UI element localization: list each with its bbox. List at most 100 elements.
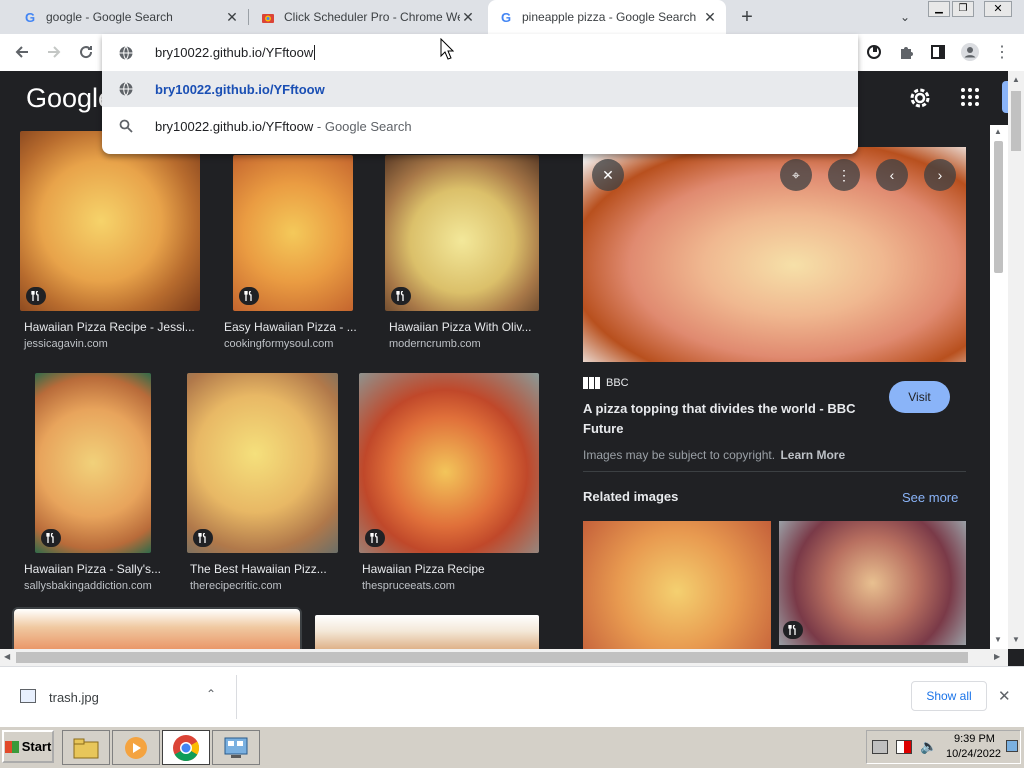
extension-icon[interactable] — [864, 42, 884, 62]
search-icon — [119, 119, 133, 133]
address-bar[interactable]: bry10022.github.io/YFftoow — [102, 34, 858, 71]
chevron-up-icon[interactable]: ⌃ — [206, 687, 216, 701]
result-thumbnail-selected[interactable] — [12, 607, 302, 649]
tab-google-search[interactable]: G google - Google Search ✕ — [14, 0, 246, 34]
learn-more-link[interactable]: Learn More — [780, 448, 845, 462]
suggestion-suffix: - Google Search — [313, 118, 412, 134]
close-download-bar-icon[interactable]: ✕ — [998, 687, 1011, 705]
result-thumbnail[interactable] — [385, 155, 539, 311]
address-input[interactable]: bry10022.github.io/YFftoow — [155, 45, 313, 60]
scroll-thumb[interactable] — [994, 141, 1003, 273]
tab-pineapple-pizza[interactable]: G pineapple pizza - Google Search ✕ — [488, 0, 726, 34]
recipe-utensils-icon — [391, 287, 411, 305]
close-window-button[interactable]: ✕ — [984, 1, 1012, 17]
profile-avatar-icon[interactable] — [960, 42, 980, 62]
result-source: therecipecritic.com — [190, 580, 282, 592]
recipe-utensils-icon — [365, 529, 385, 547]
result-thumbnail[interactable] — [233, 155, 353, 311]
globe-icon — [119, 82, 133, 96]
result-thumbnail[interactable] — [20, 131, 200, 311]
media-player-icon[interactable] — [112, 730, 160, 765]
close-tab-icon[interactable]: ✕ — [224, 9, 240, 26]
minimize-button[interactable]: ▁ — [928, 1, 950, 17]
visit-button[interactable]: Visit — [889, 381, 950, 413]
page-scrollbar[interactable]: ▲ ▼ — [1008, 71, 1024, 649]
copyright-text: Images may be subject to copyright. — [583, 448, 776, 462]
preview-image[interactable] — [583, 147, 966, 362]
next-arrow-icon[interactable]: › — [924, 159, 956, 191]
result-caption[interactable]: Hawaiian Pizza With Oliv... — [389, 320, 539, 334]
image-file-icon — [20, 689, 36, 703]
new-tab-button[interactable]: + — [736, 6, 758, 28]
close-preview-icon[interactable]: ✕ — [592, 159, 624, 191]
start-button[interactable]: Start — [2, 730, 54, 763]
result-thumbnail[interactable] — [315, 615, 539, 649]
lens-search-icon[interactable]: ⌖ — [780, 159, 812, 191]
chrome-taskbar-icon[interactable] — [162, 730, 210, 765]
previous-arrow-icon[interactable]: ‹ — [876, 159, 908, 191]
related-image[interactable] — [583, 521, 771, 649]
horizontal-scrollbar[interactable]: ◀ ▶ — [0, 649, 1008, 666]
extensions-puzzle-icon[interactable] — [896, 42, 916, 62]
result-caption[interactable]: Easy Hawaiian Pizza - ... — [224, 320, 360, 334]
download-filename[interactable]: trash.jpg — [49, 690, 99, 705]
scroll-up-arrow-icon[interactable]: ▲ — [994, 127, 1002, 136]
scroll-right-arrow-icon[interactable]: ▶ — [994, 652, 1000, 661]
results-scrollbar[interactable]: ▲ ▼ — [990, 125, 1008, 649]
tab-search-chevron-icon[interactable]: ⌄ — [896, 8, 914, 26]
file-explorer-icon[interactable] — [62, 730, 110, 765]
see-more-link[interactable]: See more — [902, 490, 958, 505]
clock-date[interactable]: 10/24/2022 — [946, 748, 1001, 760]
text-cursor — [314, 45, 316, 60]
recipe-utensils-icon — [239, 287, 259, 305]
show-desktop-icon[interactable] — [1006, 740, 1018, 752]
preview-source[interactable]: BBC — [606, 377, 629, 389]
scroll-down-arrow-icon[interactable]: ▼ — [994, 635, 1002, 644]
result-thumbnail[interactable] — [359, 373, 539, 553]
scroll-left-arrow-icon[interactable]: ◀ — [4, 652, 10, 661]
related-image[interactable] — [779, 521, 966, 645]
side-panel-icon[interactable] — [928, 42, 948, 62]
menu-dots-icon[interactable]: ⋮ — [992, 42, 1012, 62]
google-logo[interactable]: Google — [26, 83, 113, 114]
result-caption[interactable]: The Best Hawaiian Pizz... — [190, 562, 335, 576]
more-options-icon[interactable]: ⋮ — [828, 159, 860, 191]
result-caption[interactable]: Hawaiian Pizza - Sally's... — [24, 562, 164, 576]
tab-click-scheduler[interactable]: Click Scheduler Pro - Chrome We ✕ — [252, 0, 482, 34]
control-panel-icon[interactable] — [212, 730, 260, 765]
result-caption[interactable]: Hawaiian Pizza Recipe - Jessi... — [24, 320, 200, 334]
scroll-down-arrow-icon[interactable]: ▼ — [1012, 635, 1020, 644]
reload-icon[interactable] — [76, 42, 96, 62]
recipe-utensils-icon — [26, 287, 46, 305]
result-source: sallysbakingaddiction.com — [24, 580, 152, 592]
close-tab-icon[interactable]: ✕ — [702, 9, 718, 26]
apps-grid-icon[interactable] — [960, 87, 980, 107]
volume-icon[interactable]: 🔈 — [920, 738, 937, 755]
restore-button[interactable]: ❐ — [952, 1, 974, 17]
close-tab-icon[interactable]: ✕ — [460, 9, 476, 26]
omnibox-suggestion-search[interactable]: bry10022.github.io/YFftoow - Google Sear… — [102, 107, 858, 145]
result-thumbnail[interactable] — [35, 373, 151, 553]
scroll-up-arrow-icon[interactable]: ▲ — [1012, 75, 1020, 84]
preview-title[interactable]: A pizza topping that divides the world -… — [583, 399, 873, 439]
clock-time[interactable]: 9:39 PM — [954, 733, 995, 745]
settings-gear-icon[interactable] — [908, 86, 932, 110]
network-icon[interactable] — [872, 740, 888, 754]
suggestion-text: bry10022.github.io/YFftoow — [155, 81, 325, 97]
omnibox-suggestion-url[interactable]: bry10022.github.io/YFftoow — [102, 71, 858, 107]
omnibox-dropdown: bry10022.github.io/YFftoow bry10022.gith… — [102, 34, 858, 154]
result-caption[interactable]: Hawaiian Pizza Recipe — [362, 562, 537, 576]
windows-logo-icon — [4, 740, 19, 753]
result-source: thespruceeats.com — [362, 580, 455, 592]
back-arrow-icon[interactable] — [12, 42, 32, 62]
tab-title: pineapple pizza - Google Search — [522, 10, 697, 24]
scroll-thumb[interactable] — [16, 652, 968, 663]
mouse-cursor-icon — [440, 37, 455, 60]
start-label: Start — [21, 739, 52, 754]
show-all-button[interactable]: Show all — [911, 681, 987, 711]
result-thumbnail[interactable] — [187, 373, 338, 553]
scroll-thumb[interactable] — [1011, 91, 1021, 151]
globe-icon — [119, 45, 133, 60]
action-center-flag-icon[interactable] — [896, 740, 912, 754]
forward-arrow-icon[interactable] — [44, 42, 64, 62]
